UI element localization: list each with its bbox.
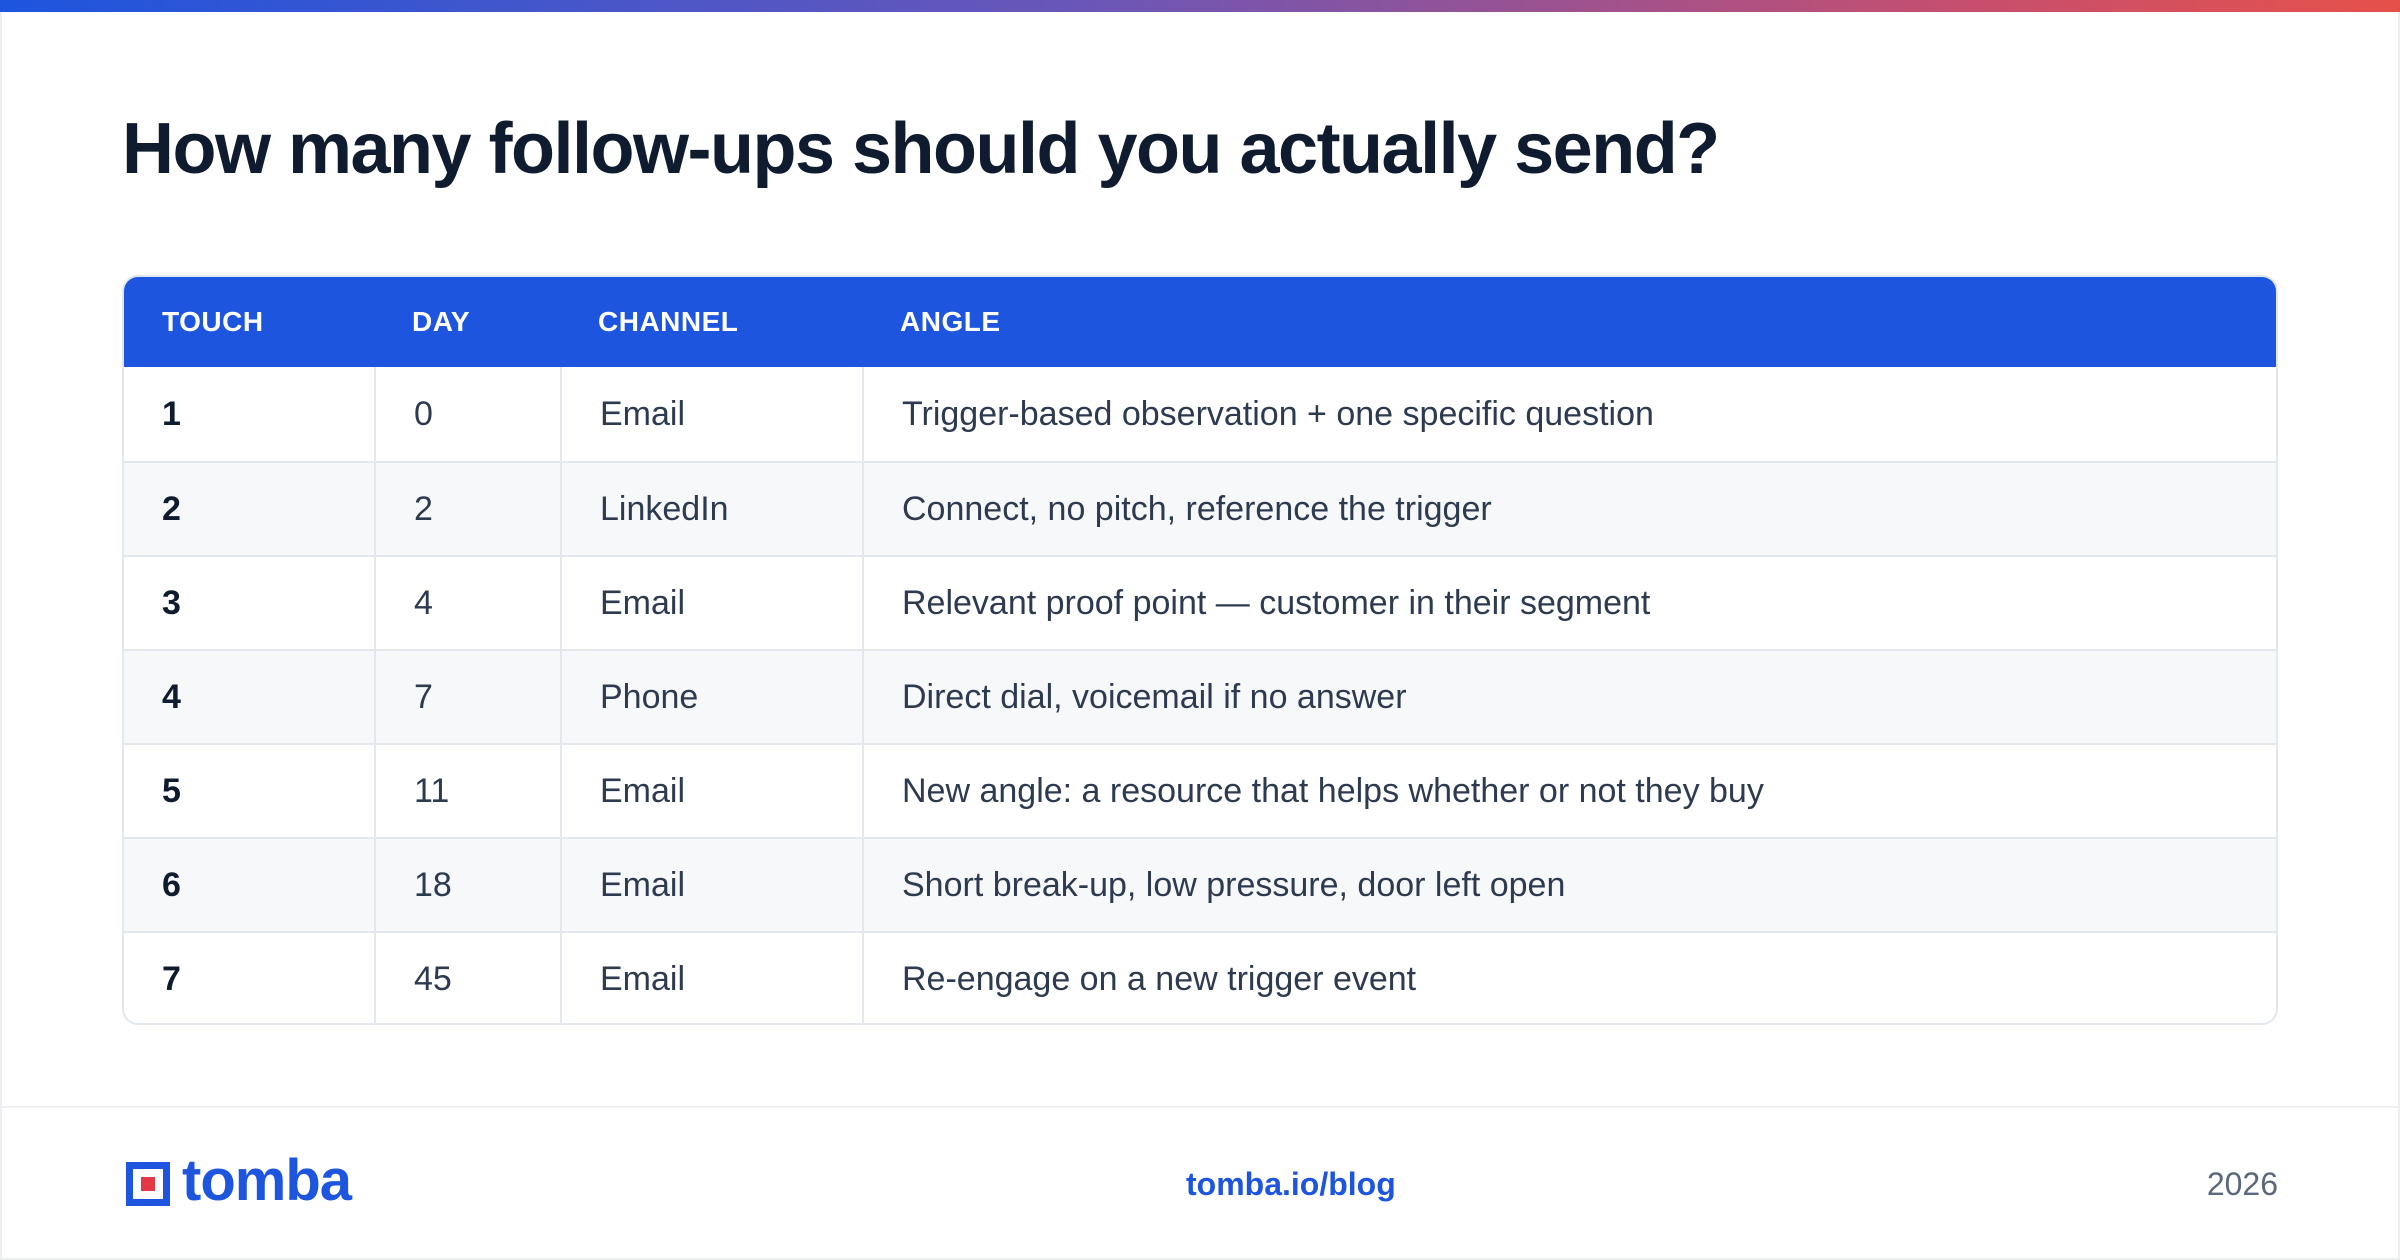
table-header: TOUCH DAY CHANNEL ANGLE xyxy=(124,277,2276,367)
cell-channel: LinkedIn xyxy=(560,463,862,555)
cell-channel: Phone xyxy=(560,651,862,743)
cell-day: 2 xyxy=(374,463,560,555)
year-label: 2026 xyxy=(2206,1166,2278,1202)
cell-day: 7 xyxy=(374,651,560,743)
cell-angle: New angle: a resource that helps whether… xyxy=(862,745,2276,837)
table-body: 1 0 Email Trigger-based observation + on… xyxy=(124,367,2276,1023)
cell-day: 11 xyxy=(374,745,560,837)
logo-wordmark: tomba xyxy=(182,1148,352,1213)
cell-day: 4 xyxy=(374,557,560,649)
cell-angle: Relevant proof point — customer in their… xyxy=(862,557,2276,649)
cell-channel: Email xyxy=(560,745,862,837)
page-title: How many follow-ups should you actually … xyxy=(122,109,1720,189)
table-row: 6 18 Email Short break-up, low pressure,… xyxy=(124,837,2276,931)
cell-touch: 4 xyxy=(162,677,181,716)
cell-angle: Trigger-based observation + one specific… xyxy=(862,367,2276,461)
cell-touch: 7 xyxy=(162,959,181,998)
cell-touch: 2 xyxy=(162,489,181,528)
tomba-logo-icon xyxy=(126,1162,170,1206)
header-day: DAY xyxy=(412,306,471,337)
cell-channel: Email xyxy=(560,839,862,931)
cell-day: 45 xyxy=(374,933,560,1023)
table-row: 1 0 Email Trigger-based observation + on… xyxy=(124,367,2276,461)
blog-link[interactable]: tomba.io/blog xyxy=(1186,1166,1396,1203)
cell-touch: 6 xyxy=(162,865,181,904)
header-channel: CHANNEL xyxy=(598,306,739,337)
table-row: 3 4 Email Relevant proof point — custome… xyxy=(124,555,2276,649)
cell-touch: 5 xyxy=(162,771,181,810)
cell-angle: Short break-up, low pressure, door left … xyxy=(862,839,2276,931)
follow-up-table: TOUCH DAY CHANNEL ANGLE 1 0 Email Trigge… xyxy=(122,275,2278,1025)
cell-channel: Email xyxy=(560,933,862,1023)
cell-angle: Connect, no pitch, reference the trigger xyxy=(862,463,2276,555)
table-row: 2 2 LinkedIn Connect, no pitch, referenc… xyxy=(124,461,2276,555)
table-row: 5 11 Email New angle: a resource that he… xyxy=(124,743,2276,837)
header-touch: TOUCH xyxy=(162,306,264,337)
header-angle: ANGLE xyxy=(900,306,1001,337)
cell-angle: Re-engage on a new trigger event xyxy=(862,933,2276,1023)
table-row: 7 45 Email Re-engage on a new trigger ev… xyxy=(124,931,2276,1023)
cell-touch: 1 xyxy=(162,394,181,433)
table-row: 4 7 Phone Direct dial, voicemail if no a… xyxy=(124,649,2276,743)
cell-channel: Email xyxy=(560,557,862,649)
cell-angle: Direct dial, voicemail if no answer xyxy=(862,651,2276,743)
tomba-logo[interactable]: tomba xyxy=(122,1148,352,1213)
cell-channel: Email xyxy=(560,367,862,461)
cell-day: 0 xyxy=(374,367,560,461)
cell-day: 18 xyxy=(374,839,560,931)
footer-divider xyxy=(0,1106,2400,1108)
cell-touch: 3 xyxy=(162,583,181,622)
top-gradient-bar xyxy=(0,0,2400,12)
